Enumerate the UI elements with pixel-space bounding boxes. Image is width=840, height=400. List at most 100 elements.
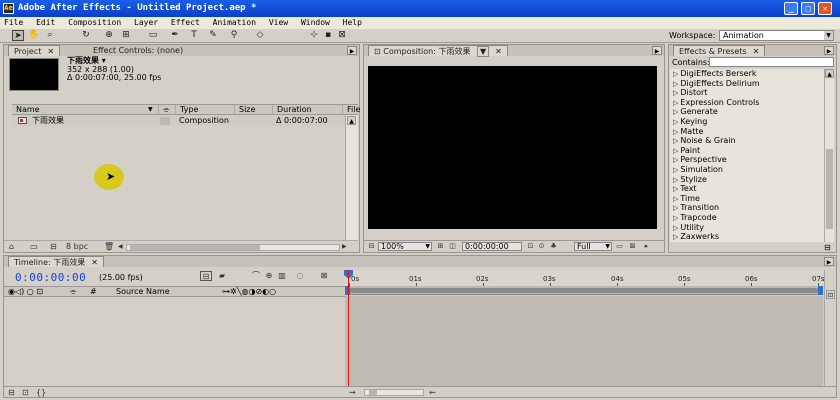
panel-menu-icon[interactable]: ▶ bbox=[652, 46, 662, 55]
time-ruler[interactable]: 0s 01s 02s 03s 04s 05s 06s 07s bbox=[345, 270, 825, 287]
source-name-column[interactable]: Source Name bbox=[116, 287, 170, 297]
pan-behind-tool-icon[interactable]: ⊞ bbox=[120, 30, 132, 41]
effect-category-item[interactable]: ▷ Matte bbox=[670, 127, 824, 137]
maximize-button[interactable]: □ bbox=[801, 2, 815, 15]
effect-category-item[interactable]: ▷ Paint bbox=[670, 146, 824, 156]
text-tool-icon[interactable]: T bbox=[188, 30, 200, 41]
effect-category-item[interactable]: ▷ Trapcode bbox=[670, 213, 824, 223]
work-area-end-handle[interactable] bbox=[818, 286, 823, 295]
channel-icon[interactable]: ♣ bbox=[549, 242, 558, 251]
effect-category-item[interactable]: ▷ Text bbox=[670, 184, 824, 194]
menu-help[interactable]: Help bbox=[343, 18, 362, 27]
brush-tool-icon[interactable]: ✎ bbox=[207, 30, 219, 41]
timeline-zoom-slider[interactable] bbox=[364, 389, 424, 396]
show-snapshot-icon[interactable]: ⊙ bbox=[537, 242, 546, 251]
expand-triangle-icon[interactable]: ▷ bbox=[673, 185, 678, 193]
effect-category-item[interactable]: ▷ Simulation bbox=[670, 165, 824, 175]
effect-category-item[interactable]: ▷ DigiEffects Berserk bbox=[670, 69, 824, 79]
close-tab-icon[interactable]: ✕ bbox=[47, 47, 54, 56]
new-preset-icon[interactable]: ⊟ bbox=[824, 243, 831, 252]
clone-stamp-tool-icon[interactable]: ⚲ bbox=[228, 30, 240, 41]
expand-triangle-icon[interactable]: ▷ bbox=[673, 147, 678, 155]
effects-search-input[interactable] bbox=[709, 57, 834, 67]
effect-category-item[interactable]: ▷ Time bbox=[670, 194, 824, 204]
zoom-out-icon[interactable]: ⇝ bbox=[349, 389, 356, 397]
new-folder-icon[interactable]: ▭ bbox=[30, 243, 38, 251]
close-tab-icon[interactable]: ✕ bbox=[753, 47, 760, 56]
resolution-dropdown[interactable]: Full ▼ bbox=[574, 242, 612, 251]
tab-project[interactable]: Project ✕ bbox=[8, 45, 61, 56]
zoom-in-icon[interactable]: ⇜ bbox=[429, 389, 436, 397]
zoom-slider-thumb[interactable] bbox=[369, 390, 377, 395]
timeline-current-time[interactable]: 0:00:00:00 bbox=[15, 271, 86, 284]
axis-mode-world-icon[interactable]: ▪ bbox=[322, 30, 334, 41]
menu-composition[interactable]: Composition bbox=[68, 18, 121, 27]
current-time-field[interactable]: 0:00:00:00 bbox=[462, 242, 522, 251]
panel-menu-icon[interactable]: ▶ bbox=[347, 46, 357, 55]
menu-file[interactable]: File bbox=[4, 18, 23, 27]
scroll-up-arrow-icon[interactable]: ▲ bbox=[825, 69, 834, 78]
column-size[interactable]: Size bbox=[234, 105, 272, 115]
hand-tool-icon[interactable]: ✋ bbox=[28, 30, 40, 41]
column-type[interactable]: Type bbox=[175, 105, 234, 115]
timeline-vertical-scrollbar[interactable]: ⊡ bbox=[824, 270, 836, 386]
snapshot-icon[interactable]: ⊡ bbox=[526, 242, 535, 251]
current-time-indicator-line[interactable] bbox=[348, 270, 349, 386]
effect-category-item[interactable]: ▷ Zaxwerks bbox=[670, 232, 824, 242]
tab-effects-presets[interactable]: Effects & Presets ✕ bbox=[673, 45, 766, 56]
menu-effect[interactable]: Effect bbox=[171, 18, 200, 27]
panel-menu-icon[interactable]: ▶ bbox=[824, 257, 834, 266]
av-features-icons[interactable]: ◉◁) ○ ⊡ bbox=[8, 287, 43, 297]
expand-triangle-icon[interactable]: ▷ bbox=[673, 128, 678, 136]
expand-triangle-icon[interactable]: ▷ bbox=[673, 137, 678, 145]
expand-triangle-icon[interactable]: ▷ bbox=[673, 176, 678, 184]
effect-category-item[interactable]: ▷ Transition bbox=[670, 203, 824, 213]
zoom-tool-icon[interactable]: ⌕ bbox=[44, 30, 56, 41]
effect-category-item[interactable]: ▷ Perspective bbox=[670, 155, 824, 165]
scroll-up-arrow-icon[interactable]: ▲ bbox=[347, 116, 356, 125]
pen-tool-icon[interactable]: ✒ bbox=[169, 30, 181, 41]
timeline-layers-area[interactable] bbox=[4, 298, 346, 386]
new-composition-icon[interactable]: ⊟ bbox=[50, 243, 57, 251]
work-area-bar[interactable] bbox=[345, 286, 823, 295]
effect-category-item[interactable]: ▷ Generate bbox=[670, 107, 824, 117]
graph-editor-icon[interactable]: ⊠ bbox=[318, 271, 330, 281]
effects-vertical-scrollbar[interactable]: ▲ bbox=[824, 69, 834, 242]
panel-menu-icon[interactable]: ▶ bbox=[824, 46, 834, 55]
tab-timeline[interactable]: Timeline: 下雨效果 ✕ bbox=[8, 256, 104, 267]
column-file[interactable]: File bbox=[342, 105, 360, 115]
expand-triangle-icon[interactable]: ▷ bbox=[673, 108, 678, 116]
menu-view[interactable]: View bbox=[269, 18, 288, 27]
effect-category-item[interactable]: ▷ Keying bbox=[670, 117, 824, 127]
project-vertical-scrollbar[interactable]: ▲ bbox=[345, 115, 358, 240]
menu-window[interactable]: Window bbox=[301, 18, 330, 27]
expand-triangle-icon[interactable]: ▷ bbox=[673, 70, 678, 78]
tab-composition[interactable]: ⊡ Composition: 下雨效果 ▼ ✕ bbox=[368, 45, 508, 57]
scroll-right-icon[interactable]: ▶ bbox=[342, 243, 347, 251]
title-safe-icon[interactable]: ⊞ bbox=[436, 242, 445, 251]
rotation-tool-icon[interactable]: ↻ bbox=[80, 30, 92, 41]
expand-triangle-icon[interactable]: ▷ bbox=[673, 233, 678, 241]
live-update-icon[interactable]: ▰ bbox=[216, 271, 228, 281]
timeline-track-area[interactable] bbox=[345, 296, 823, 386]
menu-animation[interactable]: Animation bbox=[213, 18, 256, 27]
expand-triangle-icon[interactable]: ▷ bbox=[673, 80, 678, 88]
comp-button-icon[interactable]: ⊡ bbox=[826, 290, 835, 299]
project-horizontal-scrollbar[interactable] bbox=[126, 244, 340, 251]
effect-category-item[interactable]: ▷ Stylize bbox=[670, 175, 824, 185]
column-duration[interactable]: Duration bbox=[272, 105, 342, 115]
project-item-row[interactable]: 下雨效果 Composition Δ 0:00:07:00 bbox=[12, 115, 358, 126]
close-tab-icon[interactable]: ✕ bbox=[91, 258, 98, 267]
eraser-tool-icon[interactable]: ◇ bbox=[254, 30, 266, 41]
menu-layer[interactable]: Layer bbox=[134, 18, 158, 27]
trash-icon[interactable]: 🗑 bbox=[104, 243, 114, 251]
label-column-icon[interactable]: ⌯ bbox=[158, 105, 175, 115]
camera-view-icon[interactable]: ▸ bbox=[642, 242, 651, 251]
bit-depth-label[interactable]: 8 bpc bbox=[66, 243, 88, 251]
menu-edit[interactable]: Edit bbox=[36, 18, 55, 27]
draft-3d-icon[interactable]: ⌒ bbox=[250, 271, 262, 281]
lock-icon[interactable]: ⊡ bbox=[374, 47, 381, 56]
frame-blending-icon[interactable]: ▥ bbox=[276, 271, 288, 281]
expand-triangle-icon[interactable]: ▷ bbox=[673, 156, 678, 164]
effect-category-item[interactable]: ▷ Expression Controls bbox=[670, 98, 824, 108]
